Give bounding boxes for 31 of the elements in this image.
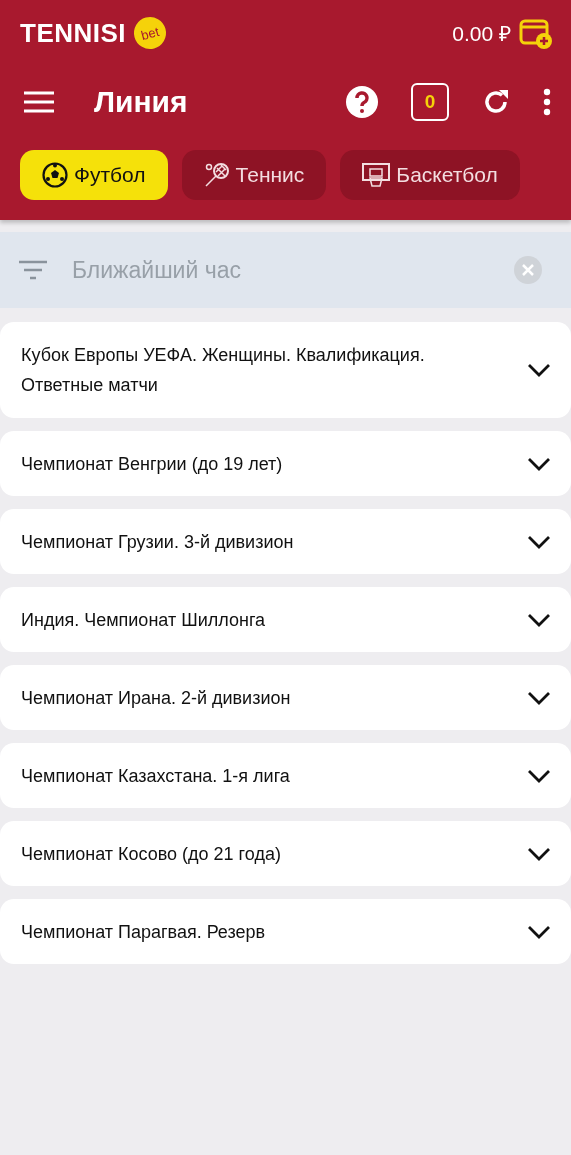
league-row[interactable]: Чемпионат Грузии. 3-й дивизион	[0, 509, 571, 574]
league-name: Чемпионат Венгрии (до 19 лет)	[21, 452, 283, 476]
filter-icon	[18, 259, 48, 281]
racket-icon	[203, 162, 230, 188]
league-row[interactable]: Кубок Европы УЕФА. Женщины. Квалификация. Ответные матчи	[0, 322, 571, 418]
league-name: Чемпионат Ирана. 2-й дивизион	[21, 686, 291, 710]
help-icon[interactable]	[345, 85, 379, 119]
league-name: Индия. Чемпионат Шиллонга	[21, 608, 266, 632]
league-row[interactable]: Чемпионат Казахстана. 1-я лига	[0, 743, 571, 808]
logo-text: TENNISI	[20, 17, 127, 49]
league-row[interactable]: Чемпионат Ирана. 2-й дивизион	[0, 665, 571, 730]
balance: 0.00 ₽	[452, 21, 511, 47]
coupon-button[interactable]: 0	[411, 83, 449, 121]
league-row[interactable]: Чемпионат Парагвая. Резерв	[0, 899, 571, 964]
filter-value: Ближайший час	[72, 256, 241, 284]
league-row[interactable]: Индия. Чемпионат Шиллонга	[0, 587, 571, 652]
league-row[interactable]: Чемпионат Венгрии (до 19 лет)	[0, 431, 571, 496]
league-name: Чемпионат Косово (до 21 года)	[21, 842, 281, 866]
league-name: Кубок Европы УЕФА. Женщины. Квалификация. Ответные матчи	[21, 344, 426, 397]
menu-icon[interactable]	[24, 91, 54, 113]
league-row[interactable]: Чемпионат Косово (до 21 года)	[0, 821, 571, 886]
hoop-icon	[362, 162, 391, 188]
more-icon[interactable]	[543, 88, 551, 116]
ball-icon	[42, 162, 68, 188]
league-name: Чемпионат Казахстана. 1-я лига	[21, 764, 290, 788]
league-name: Чемпионат Парагвая. Резерв	[21, 920, 266, 944]
league-name: Чемпионат Грузии. 3-й дивизион	[21, 530, 294, 554]
sport-tab[interactable]: Теннис	[181, 150, 327, 200]
sport-tab[interactable]: Баскетбол	[340, 150, 520, 200]
page-title: Линия	[94, 85, 188, 119]
sport-tab[interactable]: Футбол	[20, 150, 168, 200]
